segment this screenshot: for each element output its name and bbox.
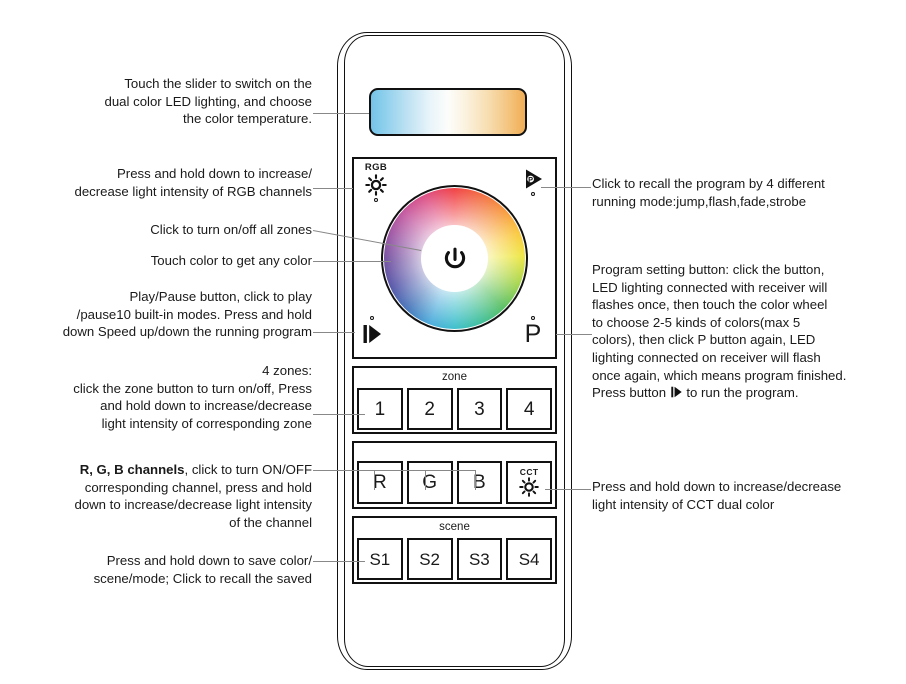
cct-brightness-button[interactable]: CCT [506, 461, 552, 504]
channel-button-row: R G B CCT [357, 461, 552, 504]
leader-color-wheel [313, 261, 391, 262]
leader-cct-brightness [545, 489, 591, 490]
leader-rgb-channels [313, 470, 375, 471]
annotation-zones: 4 zones: click the zone button to turn o… [73, 363, 312, 431]
annotation-rgb-brightness: Press and hold down to increase/ decreas… [74, 166, 312, 199]
svg-text:P: P [528, 175, 533, 184]
play-pause-icon [352, 323, 392, 345]
touch-point-dot [370, 316, 374, 320]
annotation-cct-brightness: Press and hold down to increase/decrease… [592, 479, 842, 512]
power-icon [440, 244, 470, 274]
annotation-play-pause: Play/Pause button, click to play /pause1… [62, 289, 312, 340]
rgb-brightness-button[interactable]: RGB [356, 163, 396, 202]
leader-play-pause [313, 332, 355, 333]
cct-caption: CCT [519, 467, 539, 478]
leader-slider [313, 113, 369, 114]
diagram-canvas: RGB P P zone 1 2 3 4 R G B CCT scene S1 … [0, 0, 906, 684]
touch-point-dot [374, 197, 378, 202]
zone-panel: zone 1 2 3 4 [352, 366, 557, 434]
leader-zones [313, 414, 365, 415]
zone-button-4[interactable]: 4 [506, 388, 552, 430]
channel-button-g[interactable]: G [406, 461, 453, 504]
cct-slider[interactable] [369, 88, 527, 136]
scene-panel: scene S1 S2 S3 S4 [352, 516, 557, 584]
scene-button-s3[interactable]: S3 [456, 538, 503, 580]
annotation-program-set-text: Program setting button: click the button… [592, 262, 847, 401]
channel-button-r[interactable]: R [357, 461, 403, 504]
scene-button-row: S1 S2 S3 S4 [357, 538, 552, 580]
scene-button-s2[interactable]: S2 [406, 538, 453, 580]
zone-button-row: 1 2 3 4 [357, 388, 552, 430]
leader-program-run [541, 187, 591, 188]
inline-play-icon [670, 385, 683, 399]
channel-button-b[interactable]: B [456, 461, 503, 504]
program-set-button[interactable]: P [513, 316, 553, 348]
scene-panel-label: scene [439, 521, 470, 533]
program-set-label: P [524, 320, 542, 348]
leader-rgb-channels-bus [374, 470, 475, 471]
annotation-power: Click to turn on/off all zones [150, 222, 312, 237]
annotation-slider: Touch the slider to switch on the dual c… [104, 76, 312, 127]
annotation-color-wheel: Touch color to get any color [150, 253, 312, 268]
leader-rgb-brightness [313, 188, 353, 189]
annotation-program-set-text2: to run the program. [682, 385, 799, 401]
annotation-rgb-channels-bold: R, G, B channels [79, 462, 185, 477]
leader-rgb-channels-r [374, 470, 375, 490]
channel-panel: R G B CCT [352, 441, 557, 509]
sun-icon [356, 173, 396, 196]
zone-button-1[interactable]: 1 [357, 388, 403, 430]
zone-button-3[interactable]: 3 [456, 388, 503, 430]
annotation-rgb-channels: R, G, B channels, click to turn ON/OFF c… [14, 461, 312, 531]
zone-panel-label: zone [442, 371, 467, 383]
annotation-scene: Press and hold down to save color/ scene… [93, 553, 312, 586]
scene-button-s4[interactable]: S4 [506, 538, 552, 580]
scene-button-s1[interactable]: S1 [357, 538, 403, 580]
leader-scene [313, 561, 365, 562]
program-run-button[interactable]: P [513, 168, 553, 196]
leader-rgb-channels-b [475, 470, 476, 490]
annotation-program-set: Program setting button: click the button… [592, 261, 904, 402]
leader-rgb-channels-g [425, 470, 426, 490]
annotation-program-run: Click to recall the program by 4 differe… [592, 176, 825, 209]
rgb-caption: RGB [364, 162, 388, 173]
leader-program-set [556, 334, 592, 335]
touch-point-dot [531, 192, 535, 196]
power-button[interactable] [421, 225, 488, 292]
zone-button-2[interactable]: 2 [406, 388, 453, 430]
play-pause-button[interactable] [352, 316, 392, 345]
sun-icon [519, 476, 539, 497]
